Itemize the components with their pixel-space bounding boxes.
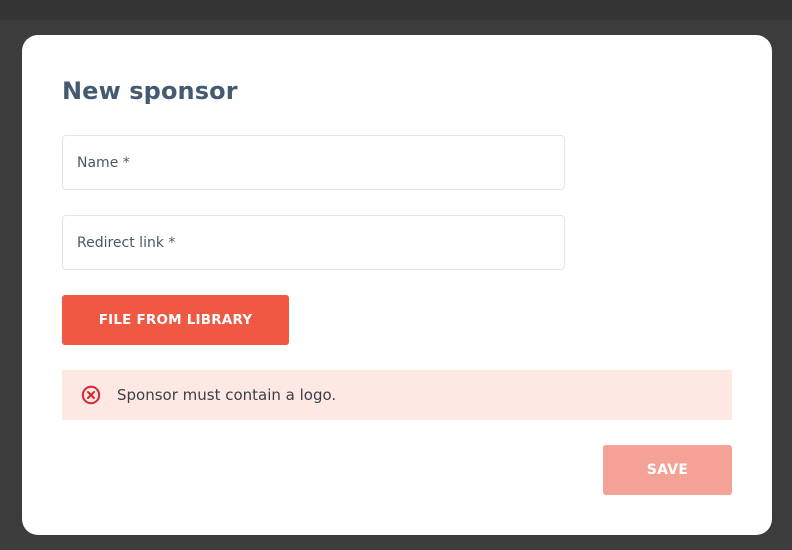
error-alert: Sponsor must contain a logo.	[62, 370, 732, 420]
name-field[interactable]	[62, 135, 565, 190]
new-sponsor-dialog: New sponsor FILE FROM LIBRARY Sponsor mu…	[22, 35, 772, 535]
dialog-title: New sponsor	[62, 77, 238, 105]
name-input[interactable]	[63, 136, 564, 189]
redirect-link-field[interactable]	[62, 215, 565, 270]
background-header	[0, 0, 792, 20]
file-from-library-button[interactable]: FILE FROM LIBRARY	[62, 295, 289, 345]
save-button[interactable]: SAVE	[603, 445, 732, 495]
error-circle-x-icon	[81, 385, 101, 405]
redirect-link-input[interactable]	[63, 216, 564, 269]
error-message: Sponsor must contain a logo.	[117, 386, 337, 404]
